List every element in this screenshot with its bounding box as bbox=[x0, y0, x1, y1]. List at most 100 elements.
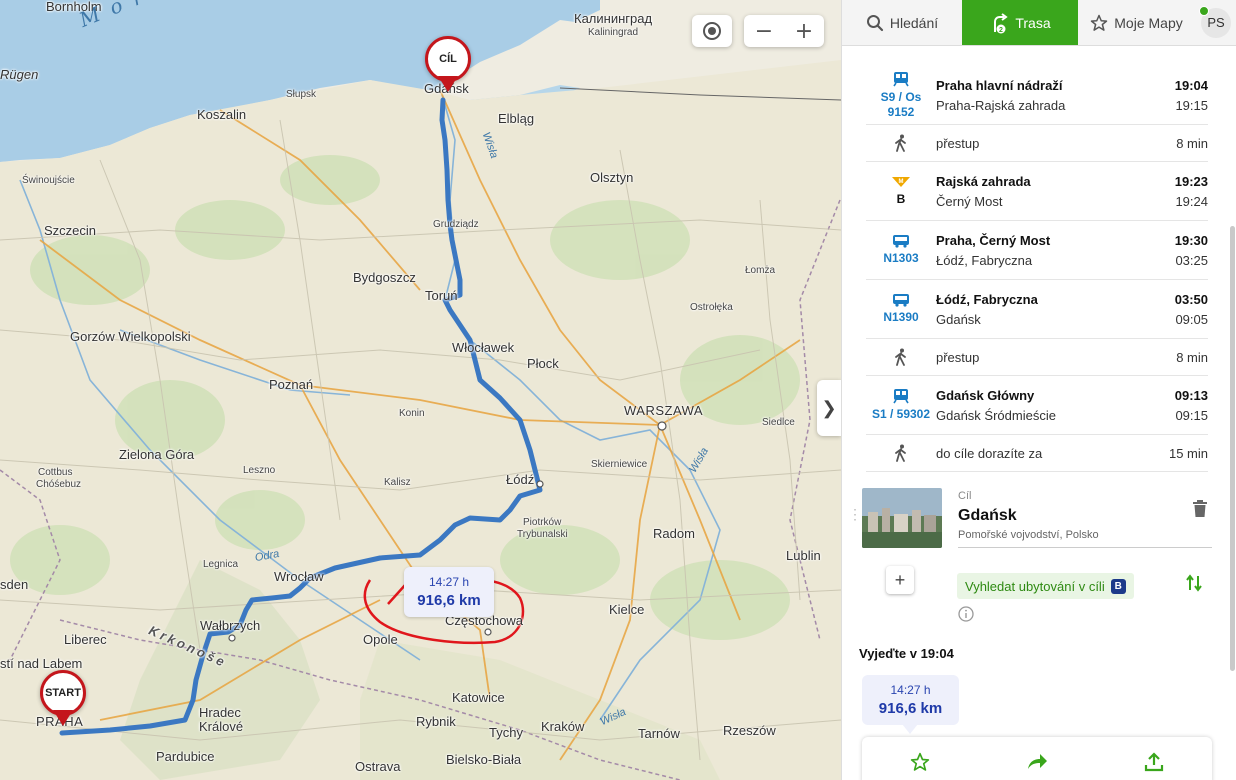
add-waypoint-button[interactable]: + bbox=[886, 566, 914, 594]
itinerary-walk-row[interactable]: do cíle dorazíte za 15 min bbox=[866, 435, 1208, 472]
map-label-kralove: Králové bbox=[199, 719, 244, 734]
user-menu[interactable]: PS bbox=[1195, 0, 1236, 45]
bus-icon bbox=[893, 294, 909, 307]
search-lodging-button[interactable]: Vyhledat ubytování v cíli B bbox=[957, 573, 1134, 599]
itinerary-transit-row[interactable]: N1390 Łódź, Fabryczna Gdańsk 03:50 09:05 bbox=[866, 280, 1208, 339]
map-label-bielsko: Bielsko-Biała bbox=[446, 752, 522, 767]
walk-text: přestup bbox=[936, 349, 980, 365]
map-label-krakow: Kraków bbox=[541, 719, 585, 734]
arrival-time: 03:25 bbox=[1175, 252, 1208, 268]
destination-waypoint[interactable]: ⋮⋮ Cíl Gdańsk Pomořské vojvodství, Polsk… bbox=[848, 486, 1212, 548]
map-label-chosebuz: Chóśebuz bbox=[36, 479, 82, 490]
map-label-radom: Radom bbox=[653, 526, 695, 541]
map-label-trybunalski: Trybunalski bbox=[517, 529, 568, 540]
map-label-lodz: Łódź bbox=[506, 472, 535, 487]
walk-duration: 8 min bbox=[1176, 135, 1208, 151]
upload-icon bbox=[1144, 752, 1163, 772]
map-label-kaliningrad-lat: Kaliningrad bbox=[588, 27, 639, 38]
stop-to: Černý Most bbox=[936, 193, 1003, 209]
summary-time: 14:27 h bbox=[890, 683, 931, 697]
map-label-rzeszow: Rzeszów bbox=[723, 723, 776, 738]
walk-icon bbox=[895, 444, 906, 462]
route-time: 14:27 h bbox=[428, 575, 470, 589]
map-label-ostrava: Ostrava bbox=[355, 759, 401, 774]
itinerary-transit-row[interactable]: M B Rajská zahrada Černý Most 19:23 19:24 bbox=[866, 162, 1208, 221]
arrival-time: 09:05 bbox=[1175, 311, 1208, 327]
stop-to: Łódź, Fabryczna bbox=[936, 252, 1033, 268]
map-label-cottbus: Cottbus bbox=[38, 467, 73, 478]
train-icon bbox=[893, 389, 909, 404]
map-label-rugen: Rügen bbox=[0, 67, 39, 82]
info-icon[interactable] bbox=[958, 606, 974, 622]
map-label-liberec: Liberec bbox=[64, 632, 107, 647]
segment-icon: MB bbox=[866, 162, 936, 220]
departure-time: 19:04 bbox=[1174, 77, 1208, 93]
map-label-piotrkow: Piotrków bbox=[523, 517, 562, 528]
walk-icon bbox=[895, 348, 906, 366]
itinerary-transit-row[interactable]: S9 / Os 9152 Praha hlavní nádraží Praha-Raj… bbox=[866, 66, 1208, 125]
line-number: N1390 bbox=[883, 310, 919, 324]
map-label-hradec: Hradec bbox=[199, 705, 241, 720]
line-number: S1 / 59302 bbox=[871, 407, 931, 421]
map-label-wroclaw: Wrocław bbox=[274, 569, 324, 584]
route-badge: 2 bbox=[999, 27, 1003, 34]
star-icon bbox=[911, 752, 930, 771]
segment-icon: S1 / 59302 bbox=[866, 376, 936, 434]
end-pin[interactable]: CÍL bbox=[425, 36, 471, 92]
walk-icon bbox=[895, 134, 906, 152]
map-label-konin: Konin bbox=[399, 408, 425, 419]
map-label-rybnik: Rybnik bbox=[416, 714, 456, 729]
map-label-usti: stí nad Labem bbox=[0, 656, 83, 671]
tab-my-maps-label: Moje Mapy bbox=[1114, 14, 1183, 31]
tab-route-label: Trasa bbox=[1015, 14, 1051, 31]
start-pin[interactable]: START bbox=[40, 670, 86, 726]
collapse-panel-button[interactable]: ❯ bbox=[817, 380, 841, 436]
route-summary-bubble[interactable]: 14:27 h 916,6 km bbox=[404, 567, 494, 617]
map-label-gorzow: Gorzów Wielkopolski bbox=[70, 329, 191, 344]
train-icon bbox=[893, 71, 909, 86]
map-label-tychy: Tychy bbox=[489, 725, 523, 740]
panel-scrollbar[interactable] bbox=[1230, 226, 1235, 671]
route-icon: 2 bbox=[994, 12, 1009, 34]
map-label-sden: sden bbox=[0, 577, 29, 592]
map-canvas[interactable] bbox=[0, 0, 841, 780]
locate-button[interactable] bbox=[692, 15, 732, 47]
destination-region: Pomořské vojvodství, Polsko bbox=[958, 529, 1099, 541]
map-label-opole: Opole bbox=[363, 632, 398, 647]
stop-from: Praha hlavní nádraží bbox=[936, 77, 1063, 93]
map-label-poznan: Poznań bbox=[269, 377, 314, 392]
map-label-siedlce: Siedlce bbox=[762, 417, 795, 428]
zoom-out-button[interactable]: − bbox=[744, 19, 784, 44]
map-label-swinoujscie: Świnoujście bbox=[22, 175, 75, 186]
segment-icon bbox=[866, 435, 936, 471]
map-label-kaliningrad: Калининград bbox=[574, 11, 653, 26]
route-summary-card[interactable]: 14:27 h 916,6 km bbox=[862, 675, 959, 725]
arrival-time: 09:15 bbox=[1175, 407, 1208, 423]
route-actions bbox=[862, 737, 1212, 780]
line-number: S9 / Os bbox=[880, 89, 922, 104]
arrival-time: 19:15 bbox=[1175, 97, 1208, 113]
navigate-button[interactable] bbox=[1017, 747, 1057, 777]
export-button[interactable] bbox=[1134, 747, 1174, 777]
itinerary-transit-row[interactable]: N1303 Praha, Černý Most Łódź, Fabryczna 19:… bbox=[866, 221, 1208, 280]
itinerary-transit-row[interactable]: S1 / 59302 Gdańsk Główny Gdańsk Śródmieści… bbox=[866, 376, 1208, 435]
walk-text: přestup bbox=[936, 135, 980, 151]
save-route-button[interactable] bbox=[900, 747, 940, 777]
map-view[interactable]: Bornholm Rügen Morze Bałtyckie Калинингр… bbox=[0, 0, 841, 780]
map-label-olsztyn: Olsztyn bbox=[590, 170, 634, 185]
line-number-2: 9152 bbox=[887, 104, 915, 119]
tab-search[interactable]: Hledání bbox=[842, 0, 962, 45]
map-label-walbrzych: Wałbrzych bbox=[200, 618, 261, 633]
destination-photo bbox=[862, 488, 942, 548]
segment-icon bbox=[866, 339, 936, 375]
map-label-lublin: Lublin bbox=[786, 548, 821, 563]
tab-my-maps[interactable]: Moje Mapy bbox=[1078, 0, 1195, 45]
tab-route[interactable]: 2 Trasa bbox=[962, 0, 1078, 45]
swap-direction-icon[interactable] bbox=[1186, 574, 1202, 592]
zoom-in-button[interactable]: + bbox=[784, 19, 824, 44]
itinerary-walk-row[interactable]: přestup 8 min bbox=[866, 125, 1208, 162]
trash-icon[interactable] bbox=[1192, 500, 1208, 518]
map-label-tarnow: Tarnów bbox=[638, 726, 680, 741]
map-label-ostroleka: Ostrołęka bbox=[690, 302, 733, 313]
itinerary-walk-row[interactable]: přestup 8 min bbox=[866, 339, 1208, 376]
